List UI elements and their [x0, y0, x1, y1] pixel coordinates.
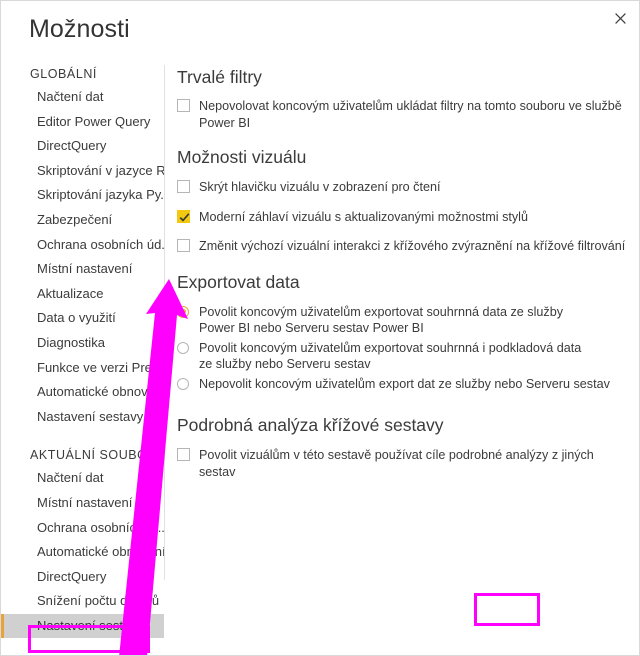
- sidebar-group-title-global: GLOBÁLNÍ: [30, 67, 97, 81]
- checkbox-hide-visual-header[interactable]: [177, 180, 190, 193]
- options-dialog: Možnosti GLOBÁLNÍ Načtení dat Editor Pow…: [0, 0, 640, 656]
- sidebar-item-global-data-load[interactable]: Načtení dat: [1, 85, 164, 110]
- checkbox-disallow-save-filters[interactable]: [177, 99, 190, 112]
- radio-label-export-underlying-line1: Povolit koncovým uživatelům exportovat s…: [199, 340, 582, 355]
- sidebar-item-file-regional-settings[interactable]: Místní nastavení: [1, 491, 164, 516]
- section-heading-cross-report-drillthrough: Podrobná analýza křížové sestavy: [177, 415, 444, 435]
- sidebar-item-global-preview-features[interactable]: Funkce ve verzi Prev...: [1, 356, 164, 381]
- section-heading-persistent-filters: Trvalé filtry: [177, 67, 262, 87]
- sidebar-item-global-updates[interactable]: Aktualizace: [1, 282, 164, 307]
- radio-label-export-summarized-line2: Power BI nebo Serveru sestav Power BI: [199, 321, 424, 335]
- sidebar-item-file-directquery[interactable]: DirectQuery: [1, 565, 164, 590]
- checkbox-modern-visual-header[interactable]: [177, 209, 190, 223]
- checkbox-label-disallow-save-filters: Nepovolovat koncovým uživatelům ukládat …: [199, 99, 622, 130]
- page-title: Možnosti: [29, 15, 130, 43]
- checkbox-row-default-interaction[interactable]: Změnit výchozí vizuální interakci z kříž…: [177, 238, 629, 255]
- sidebar-item-global-diagnostics[interactable]: Diagnostika: [1, 331, 164, 356]
- sidebar-divider: [164, 65, 165, 580]
- radio-label-export-none-line1: Nepovolit koncovým uživatelům export dat…: [199, 376, 610, 391]
- checkbox-label-modern-visual-header: Moderní záhlaví vizuálu s aktualizovaným…: [199, 209, 528, 224]
- checkbox-row-hide-visual-header[interactable]: Skrýt hlavičku vizuálu v zobrazení pro č…: [177, 179, 629, 196]
- sidebar-item-global-report-settings[interactable]: Nastavení sestavy: [1, 405, 164, 430]
- sidebar-item-global-python-scripting[interactable]: Skriptování jazyka Py...: [1, 183, 164, 208]
- checkbox-allow-drillthrough-targets[interactable]: [177, 448, 190, 461]
- section-heading-export-data: Exportovat data: [177, 271, 300, 292]
- sidebar-item-file-data-load[interactable]: Načtení dat: [1, 466, 164, 491]
- sidebar-item-global-directquery[interactable]: DirectQuery: [1, 134, 164, 159]
- checkbox-label-default-interaction: Změnit výchozí vizuální interakci z kříž…: [199, 239, 626, 253]
- dialog-footer: OK Zrušit: [1, 593, 639, 655]
- radio-export-summarized[interactable]: [177, 305, 189, 318]
- checkbox-row-allow-drillthrough-targets[interactable]: Povolit vizuálům v této sestavě používat…: [177, 447, 629, 480]
- sidebar-item-global-r-scripting[interactable]: Skriptování v jazyce R: [1, 159, 164, 184]
- sidebar-item-file-privacy[interactable]: Ochrana osobních ú...: [1, 516, 164, 541]
- sidebar-group-title-current-file: AKTUÁLNÍ SOUBOR: [30, 448, 158, 463]
- radio-export-underlying[interactable]: [177, 341, 189, 354]
- checkbox-row-disallow-save-filters[interactable]: Nepovolovat koncovým uživatelům ukládat …: [177, 98, 629, 131]
- sidebar: GLOBÁLNÍ Načtení dat Editor Power Query …: [1, 63, 164, 655]
- radio-export-none[interactable]: [177, 377, 189, 390]
- radio-row-export-summarized[interactable]: Povolit koncovým uživatelům exportovat s…: [177, 304, 629, 321]
- sidebar-item-global-security[interactable]: Zabezpečení: [1, 208, 164, 233]
- checkbox-default-interaction[interactable]: [177, 239, 190, 252]
- radio-row-export-underlying[interactable]: Povolit koncovým uživatelům exportovat s…: [177, 340, 629, 357]
- checkbox-row-modern-visual-header[interactable]: Moderní záhlaví vizuálu s aktualizovaným…: [177, 209, 629, 226]
- close-icon[interactable]: [603, 3, 637, 33]
- radio-label-export-summarized-line1: Povolit koncovým uživatelům exportovat s…: [199, 304, 564, 319]
- checkbox-label-hide-visual-header: Skrýt hlavičku vizuálu v zobrazení pro č…: [199, 180, 441, 194]
- title-bar: Možnosti: [1, 1, 639, 59]
- settings-panel: Trvalé filtry Nepovolovat koncovým uživa…: [177, 65, 629, 480]
- checkbox-label-allow-drillthrough-targets: Povolit vizuálům v této sestavě používat…: [199, 448, 594, 479]
- sidebar-item-global-usage-data[interactable]: Data o využití: [1, 306, 164, 331]
- radio-label-export-underlying-line2: ze služby nebo Serveru sestav: [199, 357, 371, 371]
- sidebar-item-global-privacy[interactable]: Ochrana osobních úd...: [1, 233, 164, 258]
- radio-row-export-none[interactable]: Nepovolit koncovým uživatelům export dat…: [177, 376, 629, 393]
- sidebar-item-file-auto-recovery[interactable]: Automatické obnovení: [1, 540, 164, 565]
- sidebar-item-global-regional-settings[interactable]: Místní nastavení: [1, 257, 164, 282]
- section-heading-visual-options: Možnosti vizuálu: [177, 147, 307, 167]
- sidebar-item-global-power-query-editor[interactable]: Editor Power Query: [1, 110, 164, 135]
- sidebar-item-global-auto-recovery[interactable]: Automatické obnovení: [1, 380, 164, 405]
